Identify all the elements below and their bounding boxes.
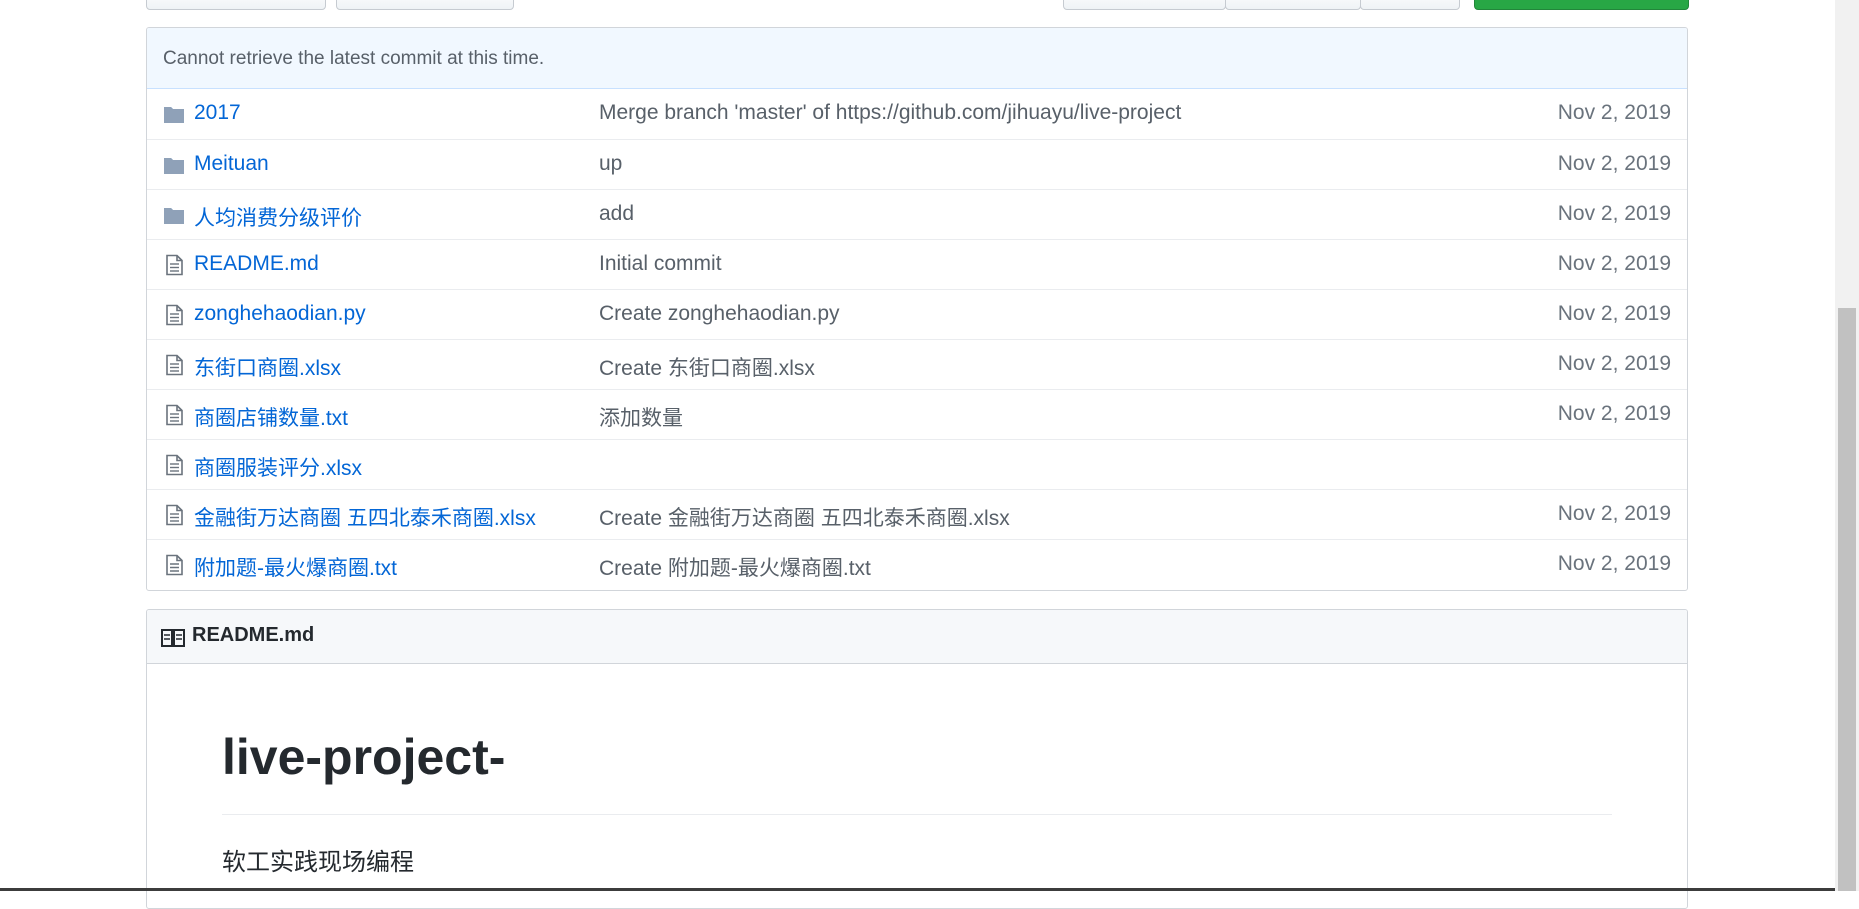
folder-icon bbox=[163, 154, 185, 176]
readme-panel: README.md live-project- 软工实践现场编程 bbox=[146, 609, 1688, 909]
clone-or-download-button[interactable] bbox=[1474, 0, 1689, 10]
find-file-button[interactable] bbox=[1360, 0, 1460, 10]
file-name-link[interactable]: zonghehaodian.py bbox=[194, 302, 366, 326]
file-row: 商圈服装评分.xlsx bbox=[147, 439, 1687, 489]
file-row: 金融街万达商圈 五四北泰禾商圈.xlsx Create 金融街万达商圈 五四北泰禾… bbox=[147, 489, 1687, 539]
readme-heading: live-project- bbox=[222, 729, 506, 785]
commit-message-link[interactable]: Create 附加题-最火爆商圈.txt bbox=[599, 552, 871, 582]
file-rows: 2017 Merge branch 'master' of https://git… bbox=[147, 89, 1687, 589]
file-row: README.md Initial commit Nov 2, 2019 bbox=[147, 239, 1687, 289]
file-name-link[interactable]: 附加题-最火爆商圈.txt bbox=[194, 552, 397, 582]
file-row: 附加题-最火爆商圈.txt Create 附加题-最火爆商圈.txt Nov 2, … bbox=[147, 539, 1687, 589]
commit-message-link[interactable]: Initial commit bbox=[599, 252, 722, 276]
file-name-link[interactable]: README.md bbox=[194, 252, 319, 276]
branch-select-button[interactable] bbox=[146, 0, 326, 10]
file-name-link[interactable]: 商圈服装评分.xlsx bbox=[194, 452, 362, 482]
file-row: zonghehaodian.py Create zonghehaodian.py N… bbox=[147, 289, 1687, 339]
file-row: 东街口商圈.xlsx Create 东街口商圈.xlsx Nov 2, 2019 bbox=[147, 339, 1687, 389]
commit-age: Nov 2, 2019 bbox=[1557, 352, 1671, 375]
commit-message-link[interactable]: 添加数量 bbox=[599, 402, 683, 432]
commit-message-link[interactable]: Merge branch 'master' of https://github.… bbox=[599, 101, 1181, 125]
commit-age: Nov 2, 2019 bbox=[1557, 402, 1671, 425]
commit-age: Nov 2, 2019 bbox=[1557, 202, 1671, 225]
readme-header: README.md bbox=[147, 610, 1687, 664]
commit-age: Nov 2, 2019 bbox=[1557, 152, 1671, 175]
commit-message-link[interactable]: Create zonghehaodian.py bbox=[599, 302, 840, 326]
file-name-link[interactable]: 人均消费分级评价 bbox=[194, 202, 362, 232]
commit-age: Nov 2, 2019 bbox=[1557, 502, 1671, 525]
heading-divider bbox=[222, 814, 1612, 815]
readme-paragraph: 软工实践现场编程 bbox=[222, 849, 414, 876]
readme-title: README.md bbox=[192, 624, 315, 646]
commit-message-link[interactable]: Create 金融街万达商圈 五四北泰禾商圈.xlsx bbox=[599, 502, 1010, 532]
commit-age: Nov 2, 2019 bbox=[1557, 302, 1671, 325]
commit-age: Nov 2, 2019 bbox=[1557, 101, 1671, 124]
commit-age: Nov 2, 2019 bbox=[1557, 552, 1671, 575]
upload-files-button[interactable] bbox=[1225, 0, 1361, 10]
file-icon bbox=[163, 354, 185, 376]
file-icon bbox=[163, 504, 185, 526]
folder-icon bbox=[163, 103, 185, 125]
book-icon bbox=[161, 629, 185, 647]
file-icon bbox=[163, 304, 185, 326]
file-name-link[interactable]: Meituan bbox=[194, 152, 269, 176]
file-icon bbox=[163, 404, 185, 426]
commit-status-bar: Cannot retrieve the latest commit at thi… bbox=[147, 28, 1687, 89]
commit-message-link[interactable]: up bbox=[599, 152, 622, 176]
file-row: Meituan up Nov 2, 2019 bbox=[147, 139, 1687, 189]
file-row: 商圈店铺数量.txt 添加数量 Nov 2, 2019 bbox=[147, 389, 1687, 439]
folder-icon bbox=[163, 204, 185, 226]
file-name-link[interactable]: 东街口商圈.xlsx bbox=[194, 352, 341, 382]
scrollbar-thumb[interactable] bbox=[1838, 308, 1856, 891]
file-icon bbox=[163, 254, 185, 276]
file-icon bbox=[163, 454, 185, 476]
new-pull-request-button[interactable] bbox=[336, 0, 514, 10]
file-row: 2017 Merge branch 'master' of https://git… bbox=[147, 89, 1687, 139]
commit-message-link[interactable]: add bbox=[599, 202, 634, 226]
file-name-link[interactable]: 2017 bbox=[194, 101, 241, 125]
file-name-link[interactable]: 金融街万达商圈 五四北泰禾商圈.xlsx bbox=[194, 502, 536, 532]
commit-age: Nov 2, 2019 bbox=[1557, 252, 1671, 275]
create-new-file-button[interactable] bbox=[1063, 0, 1226, 10]
file-name-link[interactable]: 商圈店铺数量.txt bbox=[194, 402, 348, 432]
file-row: 人均消费分级评价 add Nov 2, 2019 bbox=[147, 189, 1687, 239]
file-list: Cannot retrieve the latest commit at thi… bbox=[146, 27, 1688, 591]
commit-status-text: Cannot retrieve the latest commit at thi… bbox=[163, 48, 545, 69]
commit-message-link[interactable]: Create 东街口商圈.xlsx bbox=[599, 352, 815, 382]
file-icon bbox=[163, 554, 185, 576]
